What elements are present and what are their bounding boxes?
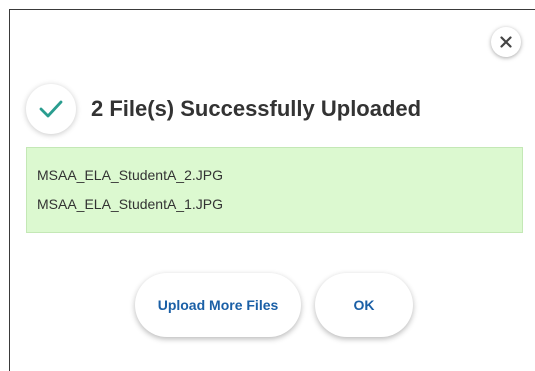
file-item: MSAA_ELA_StudentA_2.JPG	[37, 167, 223, 183]
success-badge	[26, 84, 76, 134]
uploaded-file-list: MSAA_ELA_StudentA_2.JPG MSAA_ELA_Student…	[26, 147, 523, 233]
checkmark-icon	[39, 100, 63, 118]
close-button[interactable]	[491, 27, 521, 57]
file-item: MSAA_ELA_StudentA_1.JPG	[37, 196, 223, 212]
ok-button[interactable]: OK	[315, 273, 413, 337]
dialog-header: 2 File(s) Successfully Uploaded	[26, 84, 421, 134]
dialog-title: 2 File(s) Successfully Uploaded	[91, 96, 422, 121]
upload-success-dialog: 2 File(s) Successfully Uploaded MSAA_ELA…	[9, 9, 535, 371]
upload-more-files-button[interactable]: Upload More Files	[135, 273, 301, 337]
close-icon	[500, 36, 512, 48]
